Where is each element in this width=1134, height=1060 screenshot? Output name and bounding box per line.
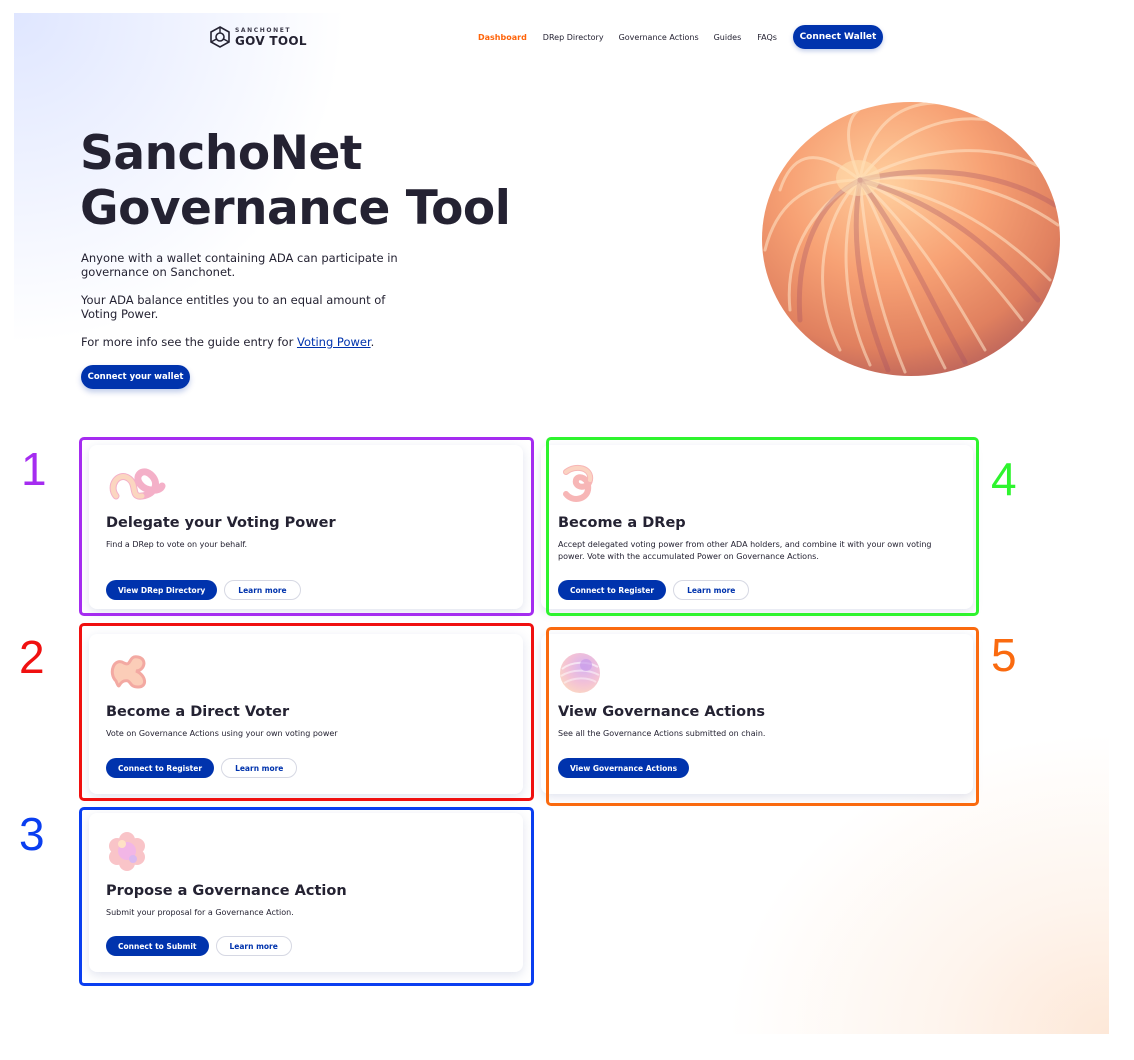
annotation-box-1	[79, 437, 534, 616]
hero-title: SanchoNet Governance Tool	[80, 126, 550, 236]
hero-info-suffix: .	[370, 335, 375, 349]
nav-dashboard[interactable]: Dashboard	[478, 33, 527, 42]
top-navigation: Dashboard DRep Directory Governance Acti…	[478, 25, 883, 49]
annotation-box-4	[546, 437, 979, 616]
voting-power-link[interactable]: Voting Power	[297, 335, 371, 349]
logo-hexagon-icon	[210, 26, 230, 48]
nav-governance-actions[interactable]: Governance Actions	[619, 33, 699, 42]
annotation-box-3	[79, 807, 534, 986]
hero-title-line2: Governance Tool	[80, 181, 511, 236]
nav-guides[interactable]: Guides	[714, 33, 742, 42]
annotation-box-2	[79, 623, 534, 801]
hero-paragraph-participate: Anyone with a wallet containing ADA can …	[81, 251, 398, 279]
logo-title: GOV TOOL	[235, 33, 307, 48]
nav-drep-directory[interactable]: DRep Directory	[543, 33, 604, 42]
gov-tool-logo[interactable]: SANCHONET GOV TOOL	[209, 26, 307, 48]
annotation-box-5	[546, 627, 979, 806]
annotation-number-4: 4	[991, 453, 1017, 505]
logo-subtitle: SANCHONET	[235, 26, 292, 34]
nav-faqs[interactable]: FAQs	[757, 33, 777, 42]
annotation-number-3: 3	[19, 808, 45, 860]
hero-info-prefix: For more info see the guide entry for	[81, 335, 297, 349]
hero-paragraph-balance: Your ADA balance entitles you to an equa…	[81, 293, 386, 321]
annotation-number-1: 1	[21, 443, 47, 495]
connect-your-wallet-button[interactable]: Connect your wallet	[81, 365, 190, 389]
hero-sphere-illustration	[762, 102, 1060, 376]
annotation-number-2: 2	[19, 631, 45, 683]
connect-wallet-button[interactable]: Connect Wallet	[792, 25, 883, 49]
hero-paragraph-info: For more info see the guide entry for Vo…	[81, 335, 401, 349]
hero-title-line1: SanchoNet	[80, 126, 362, 181]
annotation-number-5: 5	[991, 629, 1017, 681]
